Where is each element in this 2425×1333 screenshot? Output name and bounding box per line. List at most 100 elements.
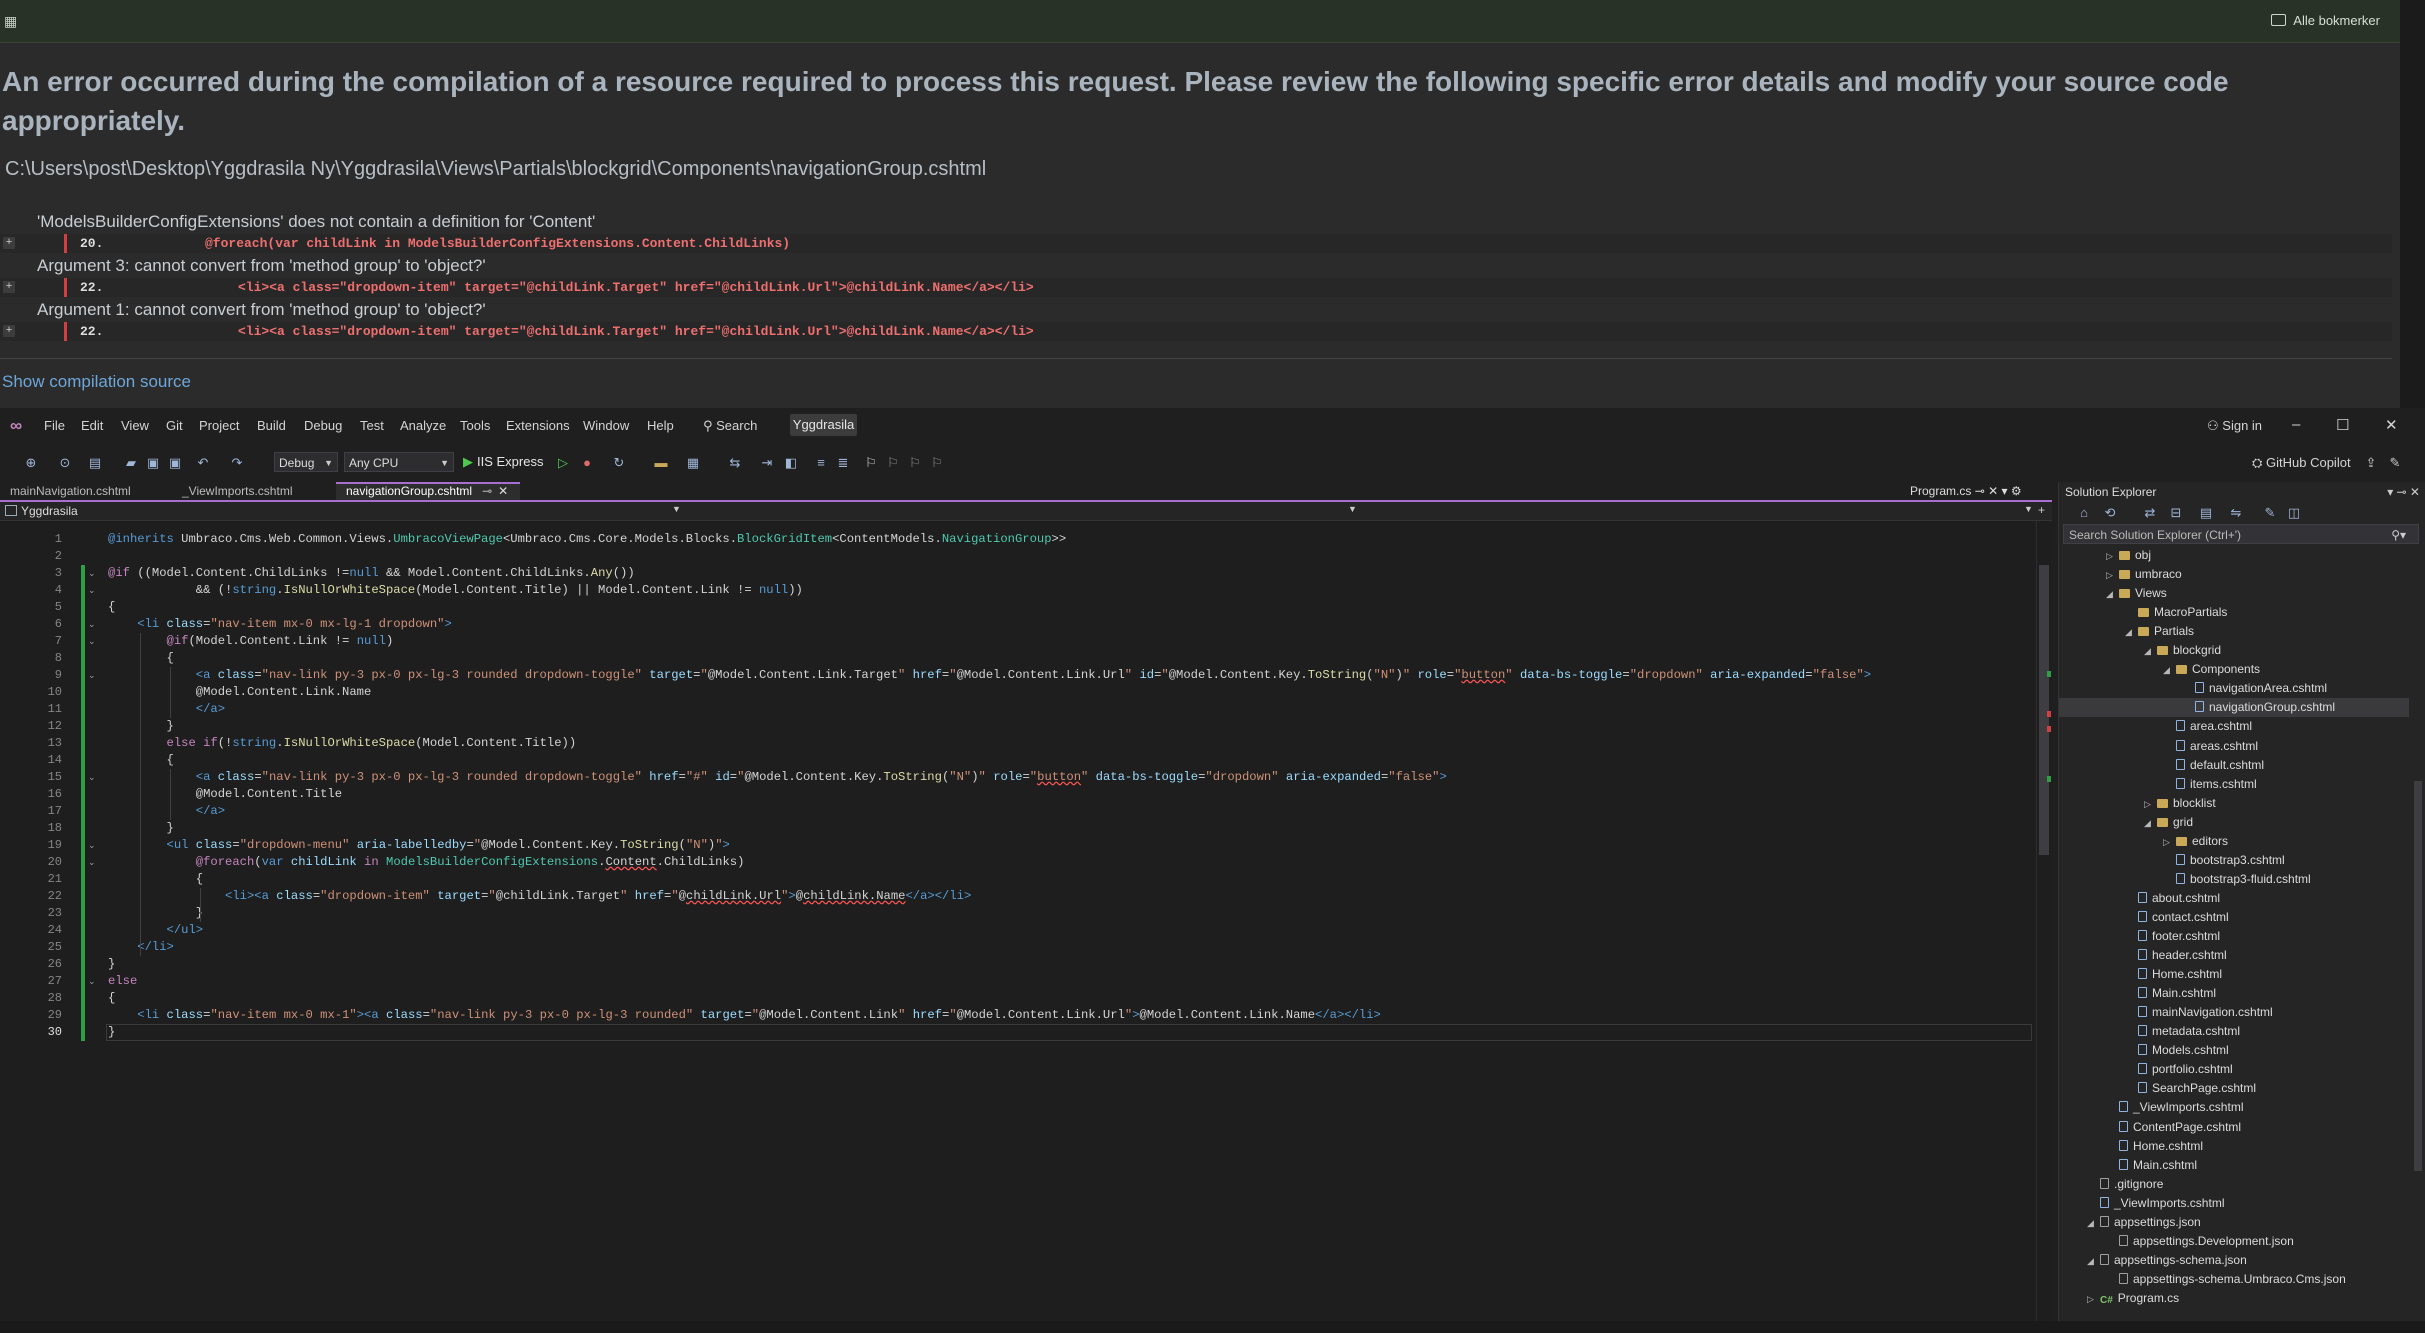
tree-item[interactable]: bootstrap3-fluid.cshtml	[2163, 870, 2311, 889]
editor-scrollbar[interactable]	[2036, 521, 2051, 1331]
hot-reload-icon[interactable]: ●	[580, 456, 594, 470]
new-item-icon[interactable]: ▤	[88, 456, 102, 470]
expanded-chevron-icon[interactable]: ◢	[2125, 623, 2135, 642]
tree-item[interactable]: ◢ appsettings.json	[2087, 1213, 2201, 1232]
expand-icon[interactable]: +	[3, 281, 15, 293]
show-all-files-icon[interactable]: ▤	[2199, 506, 2213, 520]
expand-icon[interactable]: +	[3, 325, 15, 337]
solution-scrollbar[interactable]	[2412, 546, 2424, 1316]
tree-item[interactable]: mainNavigation.cshtml	[2125, 1003, 2273, 1022]
code-line[interactable]: </a>	[108, 803, 225, 820]
tree-item[interactable]: ◢ Views	[2106, 584, 2167, 603]
next-bookmark-icon[interactable]: ⚐	[908, 456, 922, 470]
code-line[interactable]: @if ((Model.Content.ChildLinks !=null &&…	[108, 565, 635, 582]
collapse-all-icon[interactable]: ⊟	[2169, 506, 2183, 520]
expand-icon[interactable]: +	[3, 237, 15, 249]
properties-icon[interactable]: ✎	[2263, 506, 2277, 520]
tree-item[interactable]: areas.cshtml	[2163, 737, 2258, 756]
collapse-chevron-icon[interactable]: ⌄	[88, 769, 98, 786]
uncomment-icon[interactable]: ≣	[836, 456, 850, 470]
apps-grid-icon[interactable]: ▦	[4, 13, 20, 29]
code-line[interactable]: @Model.Content.Link.Name	[108, 684, 372, 701]
breakpoint-window-icon[interactable]: ◧	[784, 456, 798, 470]
tree-item[interactable]: navigationArea.cshtml	[2182, 679, 2327, 698]
menu-file[interactable]: File	[44, 418, 65, 433]
tree-item[interactable]: Main.cshtml	[2106, 1156, 2197, 1175]
menu-view[interactable]: View	[121, 418, 149, 433]
tree-item[interactable]: items.cshtml	[2163, 775, 2257, 794]
project-dropdown[interactable]: Yggdrasila	[5, 502, 677, 520]
tree-item[interactable]: ◢ Components	[2163, 660, 2260, 679]
tree-item[interactable]: area.cshtml	[2163, 717, 2252, 736]
tree-item[interactable]: ◢ Partials	[2125, 622, 2194, 641]
tree-item[interactable]: ◢ grid	[2144, 813, 2193, 832]
all-bookmarks-button[interactable]: Alle bokmerker	[2271, 13, 2380, 28]
tree-item[interactable]: Home.cshtml	[2106, 1137, 2203, 1156]
clear-bookmarks-icon[interactable]: ⚐	[930, 456, 944, 470]
code-line[interactable]: {	[108, 599, 115, 616]
code-line[interactable]: @foreach(var childLink in ModelsBuilderC…	[108, 854, 745, 871]
platform-dropdown[interactable]: Any CPU ▼	[344, 452, 454, 472]
code-line[interactable]: else if(!string.IsNullOrWhiteSpace(Model…	[108, 735, 577, 752]
code-line[interactable]: && (!string.IsNullOrWhiteSpace(Model.Con…	[108, 582, 803, 599]
menu-build[interactable]: Build	[257, 418, 286, 433]
tree-item[interactable]: ◢ blockgrid	[2144, 641, 2221, 660]
panel-controls[interactable]: ▾ ⊸ ✕	[2387, 482, 2420, 502]
expanded-chevron-icon[interactable]: ◢	[2144, 814, 2154, 833]
tree-item[interactable]: ▷ umbraco	[2106, 565, 2182, 584]
switch-views-icon[interactable]: ⇋	[2229, 506, 2243, 520]
tree-item[interactable]: MacroPartials	[2125, 603, 2227, 622]
code-editor[interactable]: 1 2 3 4 5 6 7 8 9 10 11 12 13 14 15 16 17 18 19 20 21 22 23 24 2…	[0, 521, 2040, 1331]
solution-search-input[interactable]: Search Solution Explorer (Ctrl+') ⚲▾	[2063, 524, 2419, 544]
menu-window[interactable]: Window	[583, 418, 629, 433]
collapsed-chevron-icon[interactable]: ▷	[2163, 833, 2173, 852]
menu-extensions[interactable]: Extensions	[506, 418, 570, 433]
code-line[interactable]: </a>	[108, 701, 225, 718]
tree-item[interactable]: ▷ blocklist	[2144, 794, 2216, 813]
tree-item[interactable]: portfolio.cshtml	[2125, 1060, 2233, 1079]
close-icon[interactable]: ✕	[2385, 416, 2398, 434]
code-line[interactable]: </ul>	[108, 922, 204, 939]
chevron-down-icon[interactable]: ▼	[672, 504, 681, 514]
close-tab-icon[interactable]: ✕	[1988, 484, 1998, 498]
tree-item[interactable]: ContentPage.cshtml	[2106, 1118, 2241, 1137]
tree-item[interactable]: SearchPage.cshtml	[2125, 1079, 2256, 1098]
home-icon[interactable]: ⌂	[2077, 506, 2091, 520]
search-button[interactable]: ⚲ Search	[703, 418, 757, 434]
tree-item[interactable]: Models.cshtml	[2125, 1041, 2229, 1060]
toggle-icon[interactable]: ⇆	[728, 456, 742, 470]
sign-in-button[interactable]: ⚇ Sign in	[2207, 418, 2262, 434]
collapsed-chevron-icon[interactable]: ▷	[2144, 795, 2154, 814]
expanded-chevron-icon[interactable]: ◢	[2163, 661, 2173, 680]
github-copilot-button[interactable]: ⛭ GitHub Copilot	[2252, 455, 2351, 471]
tree-item[interactable]: footer.cshtml	[2125, 927, 2220, 946]
pending-changes-icon[interactable]: ⇄	[2143, 506, 2157, 520]
tree-item[interactable]: default.cshtml	[2163, 756, 2264, 775]
collapse-chevron-icon[interactable]: ⌄	[88, 837, 98, 854]
redo-icon[interactable]: ↷	[230, 456, 244, 470]
tree-item[interactable]: ▷ obj	[2106, 546, 2151, 565]
browser-scrollbar[interactable]	[2400, 0, 2425, 408]
tree-item[interactable]: bootstrap3.cshtml	[2163, 851, 2285, 870]
menu-test[interactable]: Test	[360, 418, 384, 433]
configuration-dropdown[interactable]: Debug ▼	[274, 452, 338, 472]
tree-item[interactable]: ◢ appsettings-schema.json	[2087, 1251, 2247, 1270]
code-line[interactable]: <li><a class="dropdown-item" target="@ch…	[108, 888, 971, 905]
maximize-icon[interactable]: ☐	[2336, 416, 2349, 434]
expanded-chevron-icon[interactable]: ◢	[2087, 1252, 2097, 1271]
start-without-debugging-icon[interactable]: ▷	[556, 456, 570, 470]
tree-item[interactable]: appsettings-schema.Umbraco.Cms.json	[2106, 1270, 2346, 1289]
back-icon[interactable]: ⊕	[24, 456, 38, 470]
tree-item[interactable]: metadata.cshtml	[2125, 1022, 2240, 1041]
collapse-chevron-icon[interactable]: ⌄	[88, 633, 98, 650]
code-line[interactable]: <ul class="dropdown-menu" aria-labelledb…	[108, 837, 730, 854]
menu-project[interactable]: Project	[199, 418, 239, 433]
bookmark-icon[interactable]: ⚐	[864, 456, 878, 470]
scroll-thumb[interactable]	[2039, 565, 2049, 855]
expanded-chevron-icon[interactable]: ◢	[2106, 585, 2116, 604]
tab-program[interactable]: Program.cs ⊸ ✕ ▾ ⚙	[1910, 482, 2022, 500]
collapse-chevron-icon[interactable]: ⌄	[88, 565, 98, 582]
split-editor-icon[interactable]: +	[2038, 503, 2045, 517]
open-file-icon[interactable]: ▰	[124, 456, 138, 470]
tab-mainnavigation[interactable]: mainNavigation.cshtml	[0, 482, 172, 500]
